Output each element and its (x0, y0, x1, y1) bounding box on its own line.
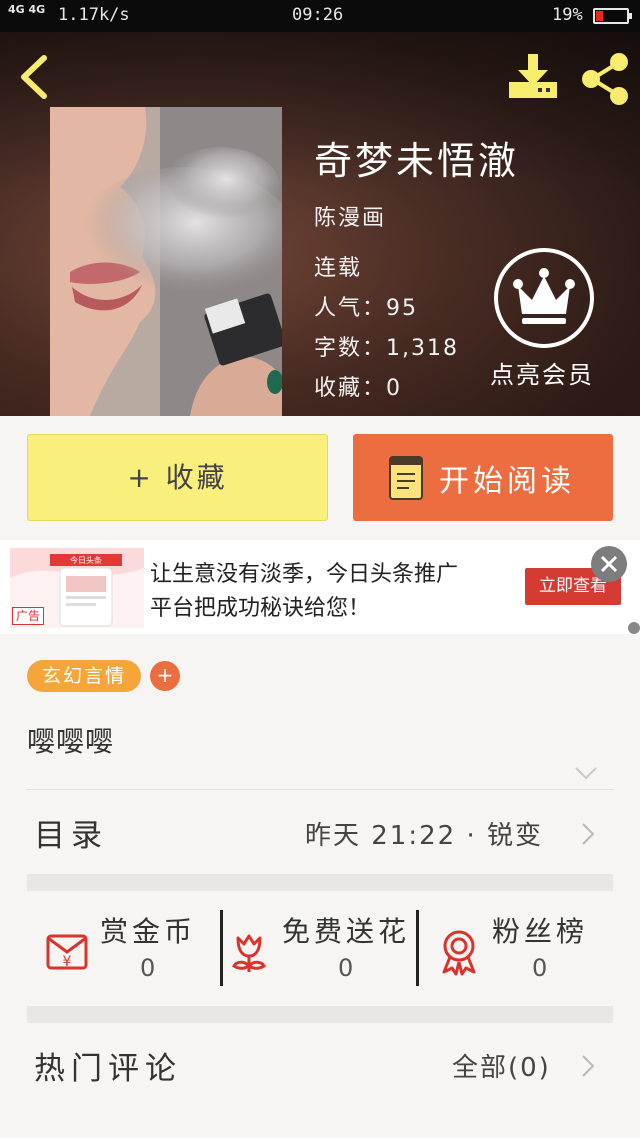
share-icon[interactable] (580, 52, 630, 106)
fan-ranking-stat[interactable]: 粉丝榜 0 (434, 908, 614, 988)
latest-chapter[interactable]: 昨天 21:22 · 锐变 (305, 815, 543, 852)
ad-info-icon[interactable] (628, 622, 640, 634)
book-author[interactable]: 陈漫画 (314, 200, 386, 232)
back-arrow-icon[interactable] (14, 52, 54, 102)
ad-text-line2: 平台把成功秘诀给您！ (150, 596, 371, 621)
start-reading-label: 开始阅读 (439, 464, 575, 499)
popularity-value: 95 (386, 296, 419, 321)
close-icon[interactable] (591, 546, 627, 582)
chevron-right-icon[interactable] (581, 1054, 595, 1078)
start-reading-button[interactable]: 开始阅读 (353, 434, 613, 521)
clock: 09:26 (292, 5, 344, 25)
popularity-label: 人气： (314, 296, 387, 321)
book-icon (389, 456, 423, 500)
reward-coins-label: 赏金币 (100, 915, 197, 948)
divider (27, 789, 613, 790)
book-cover-image[interactable] (50, 107, 282, 416)
fan-ranking-label: 粉丝榜 (492, 915, 589, 948)
favorites-value: 0 (386, 376, 403, 401)
stat-separator (220, 910, 223, 986)
book-word-count: 字数：1,318 (314, 330, 459, 362)
chevron-right-icon[interactable] (581, 822, 595, 846)
free-flower-stat[interactable]: 免费送花 0 (224, 908, 416, 988)
reward-coins-value: 0 (140, 954, 156, 982)
network-speed: 1.17k/s (58, 5, 130, 25)
vip-badge[interactable] (494, 248, 594, 348)
download-icon[interactable] (506, 52, 560, 102)
section-gap (27, 1006, 613, 1023)
section-gap (27, 874, 613, 891)
collect-button[interactable]: + 收藏 (27, 434, 328, 521)
free-flower-value: 0 (338, 954, 354, 982)
reward-coins-stat[interactable]: ¥ 赏金币 0 (42, 908, 222, 988)
battery-percent: 19% (552, 5, 583, 25)
battery-icon (593, 8, 632, 24)
vip-label[interactable]: 点亮会员 (490, 355, 594, 390)
medal-icon (442, 930, 476, 976)
catalog-label[interactable]: 目录 (34, 810, 108, 855)
signal-icon: 4G 4G (8, 3, 46, 16)
ad-text-line1: 让生意没有淡季，今日头条推广 (150, 562, 459, 587)
ad-thumb-brand: 今日头条 (70, 555, 102, 565)
all-comments-link[interactable]: 全部(0) (452, 1047, 551, 1084)
book-status: 连载 (314, 256, 363, 281)
flower-icon (232, 934, 266, 972)
book-description: 嘤嘤嘤 (27, 725, 115, 758)
network-label: 4G 4G (8, 3, 46, 16)
genre-tag[interactable]: 玄幻言情 (27, 660, 141, 692)
red-envelope-icon: ¥ (46, 934, 88, 970)
words-label: 字数： (314, 336, 387, 361)
free-flower-label: 免费送花 (282, 915, 411, 948)
favorites-label: 收藏： (314, 376, 387, 401)
book-popularity: 人气：95 (314, 290, 418, 322)
stat-separator (416, 910, 419, 986)
status-bar: 4G 4G 1.17k/s 09:26 19% (0, 0, 640, 32)
book-header: 奇梦未悟澈 陈漫画 连载 人气：95 字数：1,318 收藏：0 点亮会员 (0, 32, 640, 416)
book-title: 奇梦未悟澈 (314, 139, 520, 183)
fan-ranking-value: 0 (532, 954, 548, 982)
chevron-down-icon[interactable] (574, 766, 598, 780)
hot-comments-label: 热门评论 (34, 1051, 182, 1087)
words-value: 1,318 (386, 336, 459, 361)
ad-tag: 广告 (12, 607, 45, 625)
crown-icon (513, 268, 575, 324)
svg-text:¥: ¥ (63, 954, 72, 970)
add-tag-button[interactable]: + (150, 661, 180, 691)
book-favorites: 收藏：0 (314, 370, 402, 402)
